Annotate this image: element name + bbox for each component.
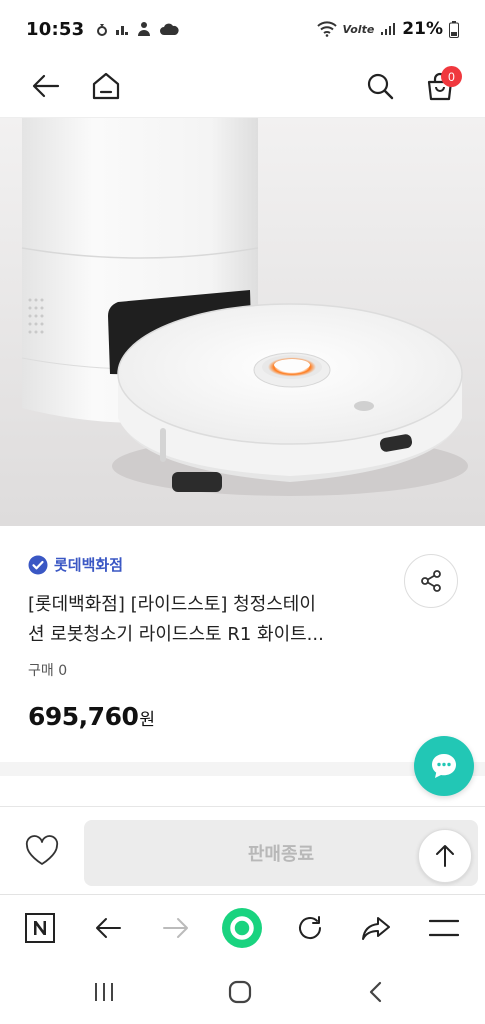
section-divider	[0, 762, 485, 776]
back-button[interactable]	[24, 64, 68, 108]
forward-arrow-icon	[163, 918, 188, 938]
heart-icon	[25, 835, 59, 865]
browser-back-button[interactable]	[86, 906, 130, 950]
battery-percent: 21%	[402, 19, 443, 39]
browser-share-button[interactable]	[354, 906, 398, 950]
browser-naver-button[interactable]	[18, 906, 62, 950]
seller-name: 롯데백화점	[54, 556, 124, 574]
top-navigation: 0	[0, 58, 485, 118]
signal-app-icon	[116, 26, 129, 35]
price-value: 695,760	[28, 702, 139, 731]
volte-indicator: Volte	[342, 22, 375, 36]
cart-count-badge: 0	[441, 66, 462, 87]
system-back-button[interactable]	[354, 972, 398, 1012]
purchase-action-bar: 판매종료	[0, 806, 485, 894]
back-arrow-icon	[96, 918, 121, 938]
product-image[interactable]	[0, 118, 485, 526]
refresh-icon	[299, 916, 322, 940]
seller-link[interactable]: 롯데백화점	[28, 554, 123, 575]
share-icon	[421, 570, 441, 592]
product-price: 695,760 원	[28, 702, 155, 731]
search-icon	[367, 73, 394, 100]
system-status-icons: Volte 21%	[316, 19, 459, 39]
browser-refresh-button[interactable]	[288, 906, 332, 950]
person-app-icon	[138, 22, 151, 36]
browser-home-button[interactable]	[220, 906, 264, 950]
cell-signal-icon	[381, 23, 396, 35]
cart-button[interactable]: 0	[418, 64, 462, 108]
battery-icon	[449, 20, 459, 38]
green-home-icon	[222, 908, 262, 948]
arrow-up-icon	[436, 845, 454, 867]
wishlist-button[interactable]	[20, 829, 64, 873]
notification-icons	[96, 21, 179, 37]
share-button[interactable]	[404, 554, 458, 608]
chat-icon	[432, 754, 456, 778]
browser-forward-button[interactable]	[154, 906, 198, 950]
product-title-line2: 션 로봇청소기 라이드스토 R1 화이트...	[28, 624, 324, 645]
robot-vacuum-image	[0, 118, 485, 526]
share-arrow-icon	[362, 917, 390, 940]
wifi-icon	[316, 21, 337, 37]
notification-app-icon	[97, 24, 108, 36]
recent-apps-button[interactable]	[82, 972, 126, 1012]
purchase-count: 구매 0	[28, 663, 68, 679]
hamburger-menu-icon	[429, 919, 459, 937]
home-icon	[92, 72, 120, 100]
back-arrow-icon	[32, 74, 60, 98]
price-unit: 원	[139, 710, 156, 730]
naver-icon	[25, 913, 55, 943]
verified-badge-icon	[28, 555, 48, 574]
recent-apps-icon	[95, 983, 113, 1001]
home-circle-icon	[228, 980, 252, 1004]
system-home-button[interactable]	[218, 972, 262, 1012]
product-info: 롯데백화점 [롯데백화점] [라이드스토] 청정스테이 션 로봇청소기 라이드스…	[0, 526, 485, 762]
browser-menu-button[interactable]	[422, 906, 466, 950]
system-navigation-bar	[0, 960, 485, 1024]
chevron-left-icon	[369, 981, 382, 1003]
status-time: 10:53	[26, 18, 85, 40]
browser-toolbar	[0, 894, 485, 960]
status-bar: 10:53 Volte 21%	[0, 0, 485, 58]
scroll-to-top-button[interactable]	[418, 829, 472, 883]
home-button[interactable]	[84, 64, 128, 108]
cloud-icon	[160, 23, 179, 35]
product-title-line1: [롯데백화점] [라이드스토] 청정스테이	[28, 594, 316, 615]
chat-button[interactable]	[414, 736, 474, 796]
product-title: [롯데백화점] [라이드스토] 청정스테이 션 로봇청소기 라이드스토 R1 화…	[28, 590, 398, 650]
search-button[interactable]	[358, 64, 402, 108]
